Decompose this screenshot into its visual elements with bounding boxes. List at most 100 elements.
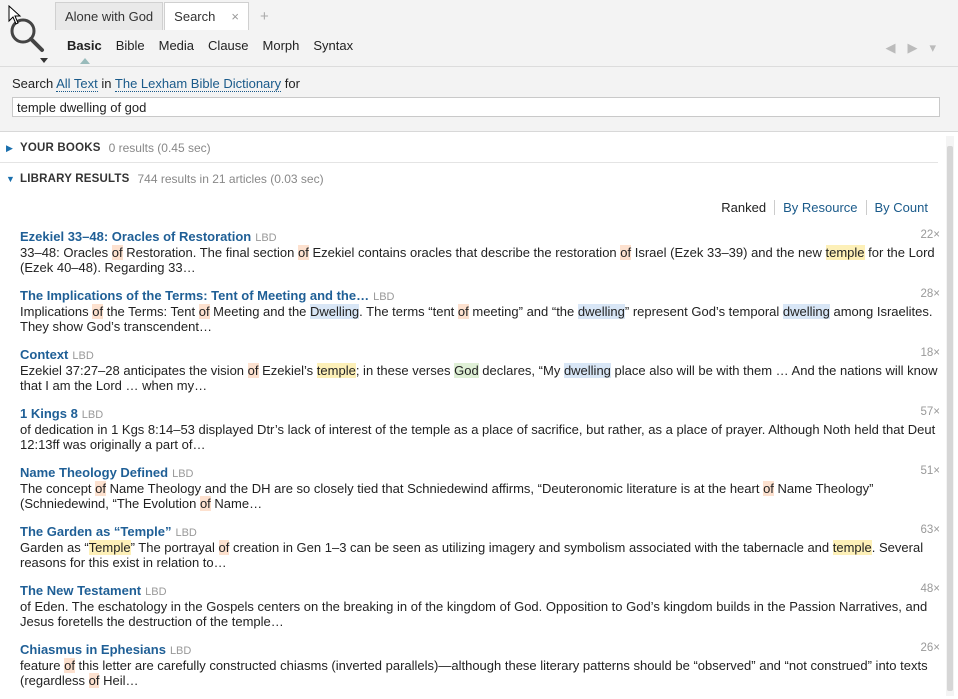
result-title[interactable]: Chiasmus in Ephesians	[20, 642, 166, 657]
result-snippet: of dedication in 1 Kgs 8:14–53 displayed…	[20, 422, 940, 452]
hit-count: 57×	[920, 406, 940, 418]
active-indicator	[80, 58, 90, 64]
in-word: in	[101, 76, 112, 91]
subnav-bible[interactable]: Bible	[116, 38, 145, 53]
result-title[interactable]: Context	[20, 347, 68, 362]
back-arrow-icon[interactable]: ◀	[885, 40, 895, 56]
result-title[interactable]: The New Testament	[20, 583, 141, 598]
snippet-text: Ezekiel contains oracles that describe t…	[308, 245, 621, 260]
snippet-text: God	[514, 599, 539, 614]
search-hit-highlight: interest	[325, 422, 376, 437]
top-toolbar: Alone with God Search × + Basic Bible Med…	[0, 0, 958, 67]
snippet-text: Name Theology and the DH are so closely …	[106, 481, 764, 496]
result-snippet: Garden as “Temple” The portrayal of crea…	[20, 540, 940, 570]
add-tab-button[interactable]: +	[250, 2, 279, 30]
result-title[interactable]: Name Theology Defined	[20, 465, 168, 480]
section-meta: 744 results in 21 articles (0.03 sec)	[137, 172, 324, 186]
subnav-media[interactable]: Media	[159, 38, 194, 53]
search-hit-highlight: God	[454, 363, 479, 378]
search-hit-highlight: of	[111, 245, 123, 260]
subnav-clause[interactable]: Clause	[208, 38, 248, 53]
snippet-text: of	[20, 599, 31, 614]
sort-ranked[interactable]: Ranked	[713, 200, 774, 215]
result-source: LBD	[145, 586, 167, 598]
result-item[interactable]: Name Theology Defined LBD 51× The concept…	[20, 465, 940, 511]
search-input[interactable]: temple dwelling of god	[12, 97, 940, 117]
subnav-basic[interactable]: Basic	[67, 38, 102, 53]
your-books-section[interactable]: ▶ YOUR BOOKS 0 results (0.45 sec)	[6, 141, 211, 155]
snippet-text: . The terms “tent	[359, 304, 458, 319]
result-source: LBD	[169, 645, 192, 657]
search-hit-highlight: of	[95, 481, 106, 496]
snippet-text: temple	[231, 614, 271, 629]
tab-search[interactable]: Search ×	[164, 2, 249, 30]
result-item[interactable]: The Implications of the Terms: Tent of M…	[20, 288, 940, 334]
result-item[interactable]: 1 Kings 8 LBD 57× of dedication in 1 Kgs …	[20, 406, 940, 452]
search-hit-highlight: dwelling	[563, 363, 611, 378]
subnav-morph[interactable]: Morph	[263, 38, 300, 53]
search-hit-highlight: …	[270, 614, 284, 629]
for-word: for	[284, 76, 300, 91]
result-item[interactable]: The New Testament LBD 48× of Eden. The es…	[20, 583, 940, 629]
snippet-text: creation in Gen 1–3 can be seen as utili…	[229, 540, 833, 555]
search-hit-highlight: of	[247, 363, 259, 378]
snippet-text: Ezekiel 37:27–28 anticipates the vision	[20, 363, 248, 378]
snippet-text: of	[181, 437, 193, 452]
result-title[interactable]: 1 Kings 8	[20, 406, 78, 421]
section-meta: 0 results (0.45 sec)	[108, 141, 211, 155]
search-hit-highlight: of	[199, 496, 211, 511]
result-item[interactable]: The Garden as “Temple” LBD 63× Garden as …	[20, 524, 940, 570]
snippet-text: of	[711, 422, 722, 437]
result-item[interactable]: Chiasmus in Ephesians LBD 26× feature of …	[20, 642, 940, 688]
result-source: LBD	[255, 232, 277, 244]
library-results-section[interactable]: ▼ LIBRARY RESULTS 744 results in 21 arti…	[6, 172, 324, 186]
search-hit-highlight: of	[457, 304, 469, 319]
sort-options: Ranked By Resource By Count	[713, 200, 936, 215]
mouse-cursor-icon	[8, 5, 22, 25]
result-title[interactable]: The Garden as “Temple”	[20, 524, 171, 539]
tab-strip: Alone with God Search × +	[55, 2, 279, 30]
search-hit-highlight: temple	[832, 540, 872, 555]
resource-dropdown[interactable]: The Lexham Bible Dictionary	[114, 76, 282, 92]
search-hit-highlight: the	[206, 614, 232, 629]
scrollbar[interactable]	[946, 136, 954, 696]
search-hit-highlight: the	[385, 422, 412, 437]
result-source: LBD	[172, 468, 194, 480]
scrollbar-thumb[interactable]	[947, 146, 953, 691]
search-type-nav: Basic Bible Media Clause Morph Syntax	[67, 38, 367, 53]
result-title[interactable]: The Implications of the Terms: Tent of M…	[20, 288, 369, 303]
result-title[interactable]: Ezekiel 33–48: Oracles of Restoration	[20, 229, 251, 244]
result-item[interactable]: Context LBD 18× Ezekiel 37:27–28 anticipa…	[20, 347, 940, 393]
expand-triangle-icon[interactable]: ▶	[6, 143, 20, 154]
panel-menu-icon[interactable]: ▾	[929, 40, 936, 56]
search-hit-highlight: of	[218, 540, 230, 555]
result-snippet: Ezekiel 37:27–28 anticipates the vision …	[20, 363, 940, 393]
snippet-text: Meeting and the	[209, 304, 311, 319]
section-label: LIBRARY RESULTS	[20, 173, 130, 185]
sort-by-count[interactable]: By Count	[865, 200, 936, 215]
hit-count: 48×	[920, 583, 940, 595]
tab-label: Alone with God	[65, 9, 154, 24]
snippet-text: the Terms: Tent	[103, 304, 199, 319]
snippet-text: The concept	[20, 481, 96, 496]
result-snippet: 33–48: Oracles of Restoration. The final…	[20, 245, 940, 275]
search-hit-highlight: of	[198, 304, 210, 319]
sort-by-resource[interactable]: By Resource	[774, 200, 865, 215]
result-source: LBD	[175, 527, 197, 539]
snippet-text: of	[516, 422, 528, 437]
scope-dropdown[interactable]: All Text	[56, 76, 98, 92]
tab-alone-with-god[interactable]: Alone with God	[55, 2, 164, 30]
snippet-text: Name…	[210, 496, 263, 511]
search-hit-highlight: temple	[825, 245, 865, 260]
forward-arrow-icon[interactable]: ▶	[907, 40, 917, 56]
snippet-text: ; in these verses	[355, 363, 455, 378]
search-hit-highlight: of	[620, 245, 632, 260]
hit-count: 18×	[920, 347, 940, 359]
result-snippet: Implications of the Terms: Tent of Meeti…	[20, 304, 940, 334]
collapse-triangle-icon[interactable]: ▼	[6, 174, 20, 184]
close-icon[interactable]: ×	[231, 9, 239, 24]
subnav-syntax[interactable]: Syntax	[313, 38, 353, 53]
result-item[interactable]: Ezekiel 33–48: Oracles of Restoration LBD…	[20, 229, 940, 275]
search-hit-highlight: of	[763, 481, 774, 496]
snippet-text: ” The portrayal	[130, 540, 219, 555]
